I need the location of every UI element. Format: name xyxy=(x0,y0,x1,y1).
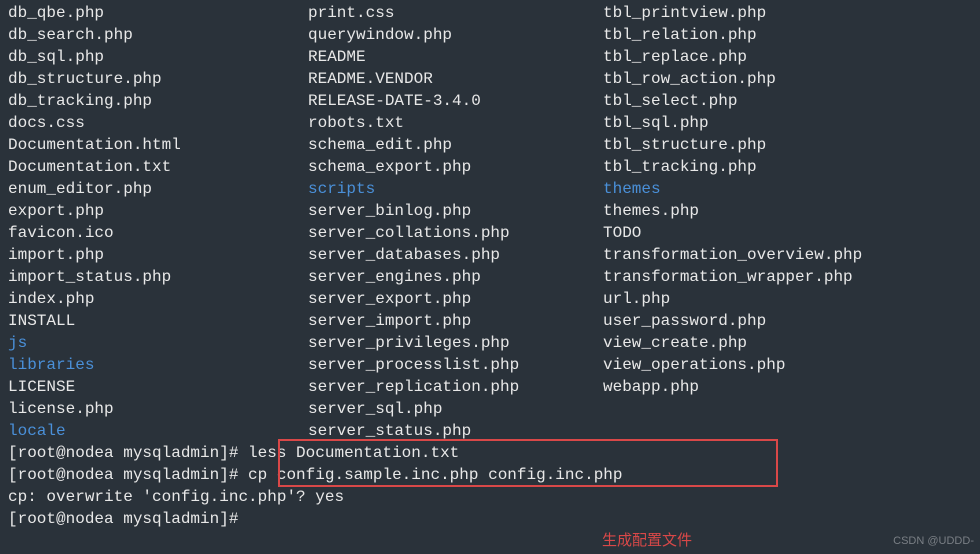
prompt-line-4[interactable]: [root@nodea mysqladmin]# xyxy=(8,508,972,530)
file-entry: RELEASE-DATE-3.4.0 xyxy=(308,90,603,112)
file-entry: tbl_structure.php xyxy=(603,134,972,156)
file-entry: transformation_overview.php xyxy=(603,244,972,266)
file-entry: server_databases.php xyxy=(308,244,603,266)
file-entry: index.php xyxy=(8,288,308,310)
file-entry: server_engines.php xyxy=(308,266,603,288)
listing-col-3: tbl_printview.phptbl_relation.phptbl_rep… xyxy=(603,2,972,442)
file-entry: querywindow.php xyxy=(308,24,603,46)
shell-command: less Documentation.txt xyxy=(248,444,459,462)
file-entry: themes.php xyxy=(603,200,972,222)
file-entry: print.css xyxy=(308,2,603,24)
file-entry: server_export.php xyxy=(308,288,603,310)
prompt-line-2[interactable]: [root@nodea mysqladmin]# cp config.sampl… xyxy=(8,464,972,486)
file-entry: Documentation.txt xyxy=(8,156,308,178)
dir-entry: locale xyxy=(8,420,308,442)
file-entry: server_replication.php xyxy=(308,376,603,398)
file-entry: webapp.php xyxy=(603,376,972,398)
listing-col-1: db_qbe.phpdb_search.phpdb_sql.phpdb_stru… xyxy=(8,2,308,442)
file-entry: db_structure.php xyxy=(8,68,308,90)
shell-prompt: [root@nodea mysqladmin]# xyxy=(8,466,248,484)
file-entry: server_binlog.php xyxy=(308,200,603,222)
file-entry: server_status.php xyxy=(308,420,603,442)
dir-entry: js xyxy=(8,332,308,354)
file-entry: server_privileges.php xyxy=(308,332,603,354)
file-entry: server_sql.php xyxy=(308,398,603,420)
dir-entry: libraries xyxy=(8,354,308,376)
file-entry: db_qbe.php xyxy=(8,2,308,24)
annotation-label: 生成配置文件 xyxy=(602,530,692,552)
file-entry: import.php xyxy=(8,244,308,266)
file-entry: url.php xyxy=(603,288,972,310)
file-entry: import_status.php xyxy=(8,266,308,288)
file-entry: tbl_printview.php xyxy=(603,2,972,24)
listing-col-2: print.cssquerywindow.phpREADMEREADME.VEN… xyxy=(308,2,603,442)
file-entry: license.php xyxy=(8,398,308,420)
file-entry: favicon.ico xyxy=(8,222,308,244)
prompt-line-1[interactable]: [root@nodea mysqladmin]# less Documentat… xyxy=(8,442,972,464)
file-entry: schema_export.php xyxy=(308,156,603,178)
prompt-line-3[interactable]: cp: overwrite 'config.inc.php'? yes xyxy=(8,486,972,508)
dir-entry: themes xyxy=(603,178,972,200)
file-entry: db_search.php xyxy=(8,24,308,46)
file-entry: LICENSE xyxy=(8,376,308,398)
dir-entry: scripts xyxy=(308,178,603,200)
file-entry: tbl_select.php xyxy=(603,90,972,112)
file-entry: tbl_relation.php xyxy=(603,24,972,46)
file-entry: tbl_sql.php xyxy=(603,112,972,134)
file-entry: tbl_replace.php xyxy=(603,46,972,68)
file-entry: view_create.php xyxy=(603,332,972,354)
file-entry: db_sql.php xyxy=(8,46,308,68)
file-entry: enum_editor.php xyxy=(8,178,308,200)
file-entry: Documentation.html xyxy=(8,134,308,156)
file-listing: db_qbe.phpdb_search.phpdb_sql.phpdb_stru… xyxy=(8,2,972,442)
file-entry: server_processlist.php xyxy=(308,354,603,376)
file-entry: user_password.php xyxy=(603,310,972,332)
file-entry: server_import.php xyxy=(308,310,603,332)
file-entry: INSTALL xyxy=(8,310,308,332)
file-entry: docs.css xyxy=(8,112,308,134)
shell-output: cp: overwrite 'config.inc.php'? yes xyxy=(8,488,344,506)
file-entry: README xyxy=(308,46,603,68)
file-entry: TODO xyxy=(603,222,972,244)
shell-command: cp config.sample.inc.php config.inc.php xyxy=(248,466,622,484)
file-entry: README.VENDOR xyxy=(308,68,603,90)
file-entry: server_collations.php xyxy=(308,222,603,244)
file-entry: robots.txt xyxy=(308,112,603,134)
watermark: CSDN @UDDD- xyxy=(893,530,974,552)
file-entry: schema_edit.php xyxy=(308,134,603,156)
shell-prompt: [root@nodea mysqladmin]# xyxy=(8,444,248,462)
file-entry: db_tracking.php xyxy=(8,90,308,112)
file-entry: export.php xyxy=(8,200,308,222)
file-entry: tbl_row_action.php xyxy=(603,68,972,90)
shell-prompt: [root@nodea mysqladmin]# xyxy=(8,510,248,528)
file-entry: transformation_wrapper.php xyxy=(603,266,972,288)
file-entry: tbl_tracking.php xyxy=(603,156,972,178)
file-entry: view_operations.php xyxy=(603,354,972,376)
